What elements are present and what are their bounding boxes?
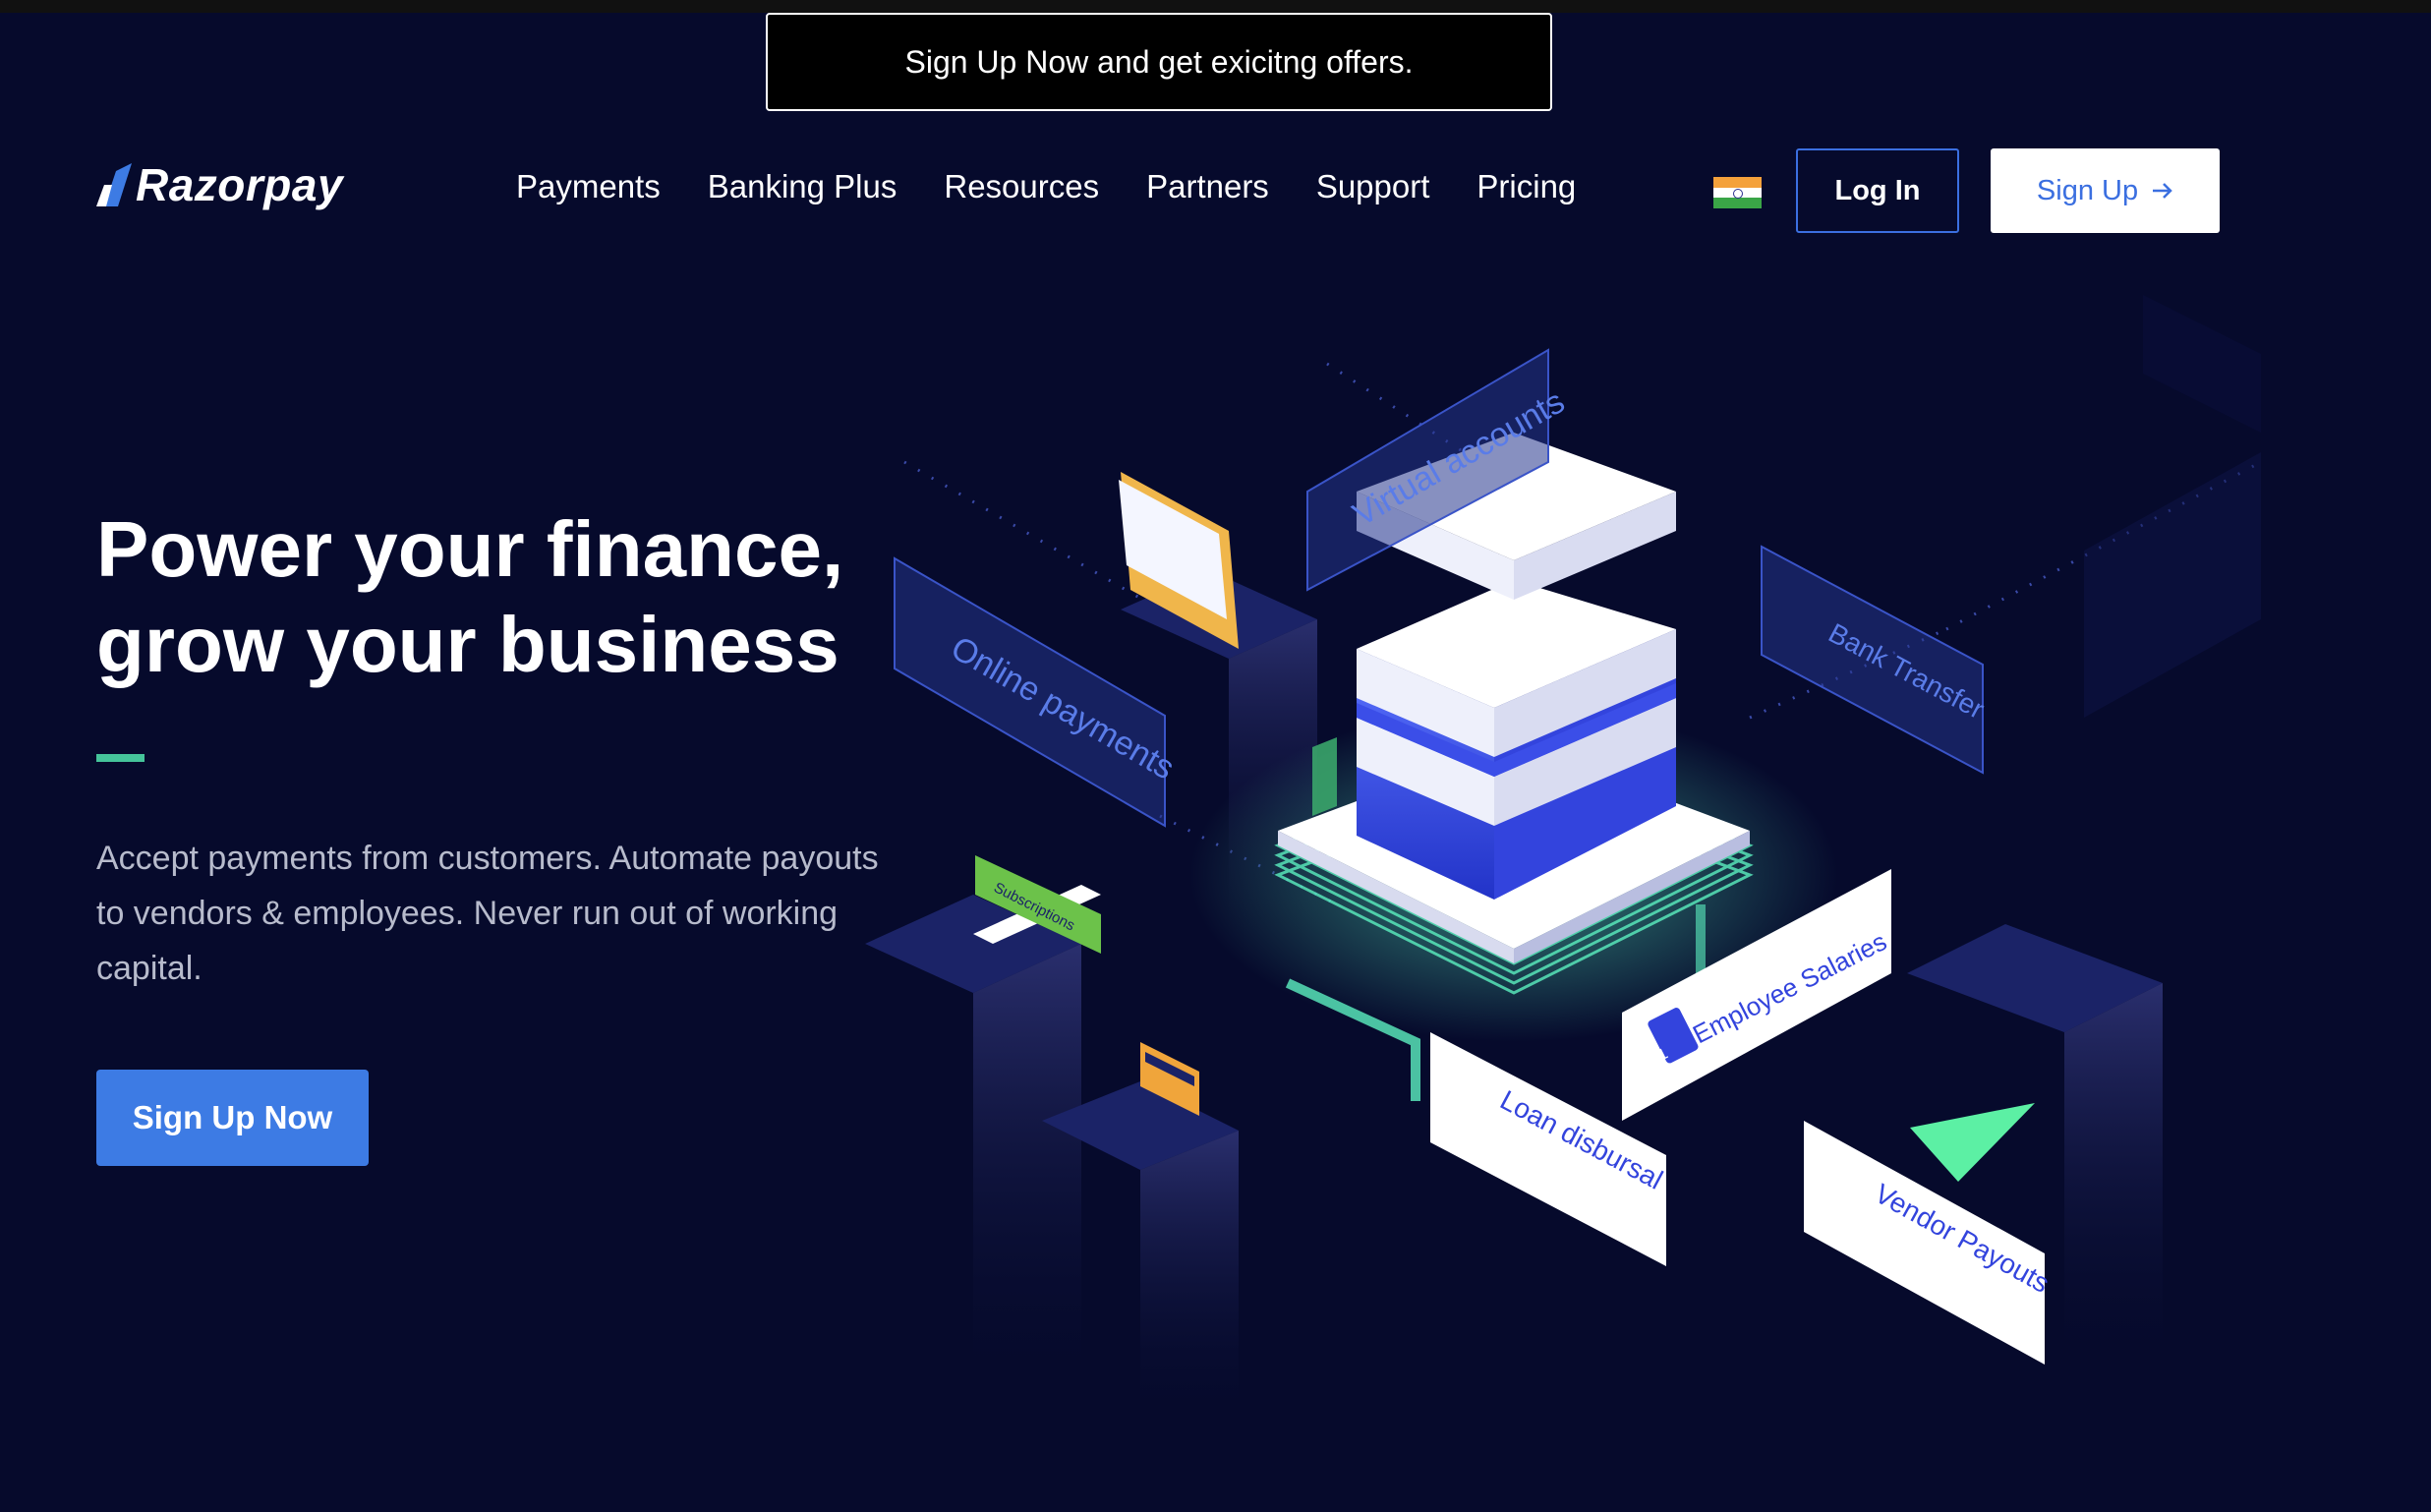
signup-button-label: Sign Up (2036, 174, 2139, 206)
hero-title: Power your finance, grow your business (96, 501, 902, 692)
hero-description: Accept payments from customers. Automate… (96, 840, 879, 987)
razorpay-logo[interactable]: Razorpay (96, 155, 343, 214)
isometric-finance-illustration: Subscriptions Virtual accounts Online pa… (865, 295, 2261, 1425)
signup-button[interactable]: Sign Up (1991, 148, 2220, 233)
logo-text: Razorpay (136, 159, 344, 210)
nav-item-support[interactable]: Support (1316, 162, 1430, 211)
browser-top-strip (0, 0, 2431, 13)
promo-banner-text: Sign Up Now and get exicitng offers. (904, 43, 1414, 80)
signup-now-button[interactable]: Sign Up Now (96, 1070, 369, 1166)
promo-banner[interactable]: Sign Up Now and get exicitng offers. (766, 13, 1552, 111)
arrow-right-icon (2153, 183, 2172, 199)
nav-item-pricing[interactable]: Pricing (1476, 162, 1576, 211)
nav-item-banking-plus[interactable]: Banking Plus (708, 162, 897, 211)
hero-title-line1: Power your finance, (96, 505, 844, 593)
main-nav: Payments Banking Plus Resources Partners… (516, 162, 1576, 211)
razorpay-logo-icon (96, 163, 132, 206)
nav-item-payments[interactable]: Payments (516, 162, 661, 211)
login-button[interactable]: Log In (1796, 148, 1959, 233)
india-flag-icon[interactable] (1713, 177, 1762, 209)
online-payments-card: Online payments (894, 556, 1181, 828)
hero-illustration: Subscriptions Virtual accounts Online pa… (865, 295, 2261, 1425)
nav-item-partners[interactable]: Partners (1146, 162, 1269, 211)
nav-item-resources[interactable]: Resources (944, 162, 1099, 211)
login-button-label: Log In (1834, 174, 1921, 206)
bank-transfer-card: Bank Transfer (1761, 545, 1990, 775)
paper-plane-icon (1910, 1103, 2035, 1182)
vendor-payouts-card: Vendor Payouts (1804, 1121, 2055, 1365)
hero-accent-divider (96, 754, 145, 762)
signup-now-label: Sign Up Now (132, 1099, 333, 1135)
hero-title-line2: grow your business (96, 601, 839, 688)
